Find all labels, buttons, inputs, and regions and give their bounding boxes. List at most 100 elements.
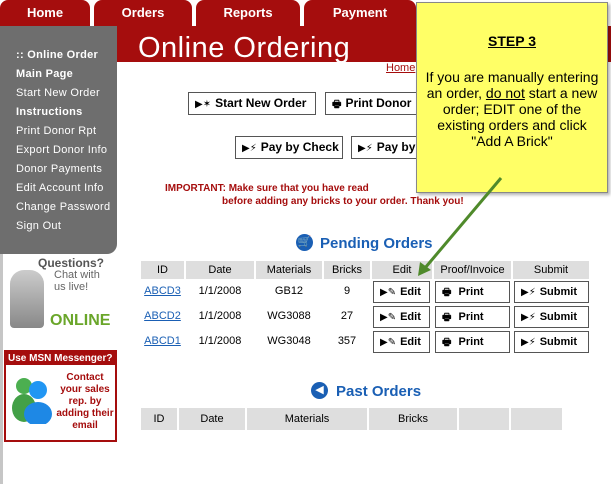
submit-arrow-icon: ▶⚡ — [521, 287, 536, 298]
table-row-date: 1/1/2008 — [198, 285, 242, 297]
table-row-id[interactable]: ABCD3 — [141, 279, 184, 304]
tab-reports[interactable]: Reports — [196, 0, 300, 26]
table-row-date: 1/1/2008 — [198, 310, 242, 322]
table-row-id[interactable]: ABCD1 — [141, 329, 184, 354]
chat-question-text: Questions? — [38, 256, 105, 270]
sidebar-item-main-page[interactable]: Main Page — [0, 65, 117, 84]
edit-label: Edit — [400, 336, 421, 348]
table-row-materials: WG3048 — [267, 335, 311, 347]
print-label: Print — [458, 311, 484, 323]
callout-body: If you are manually entering an order, d… — [417, 69, 607, 149]
cart-icon: 🛒 — [296, 234, 313, 251]
arrow-card-icon: ▶⚡ — [358, 143, 373, 154]
chat-line-2: us live! — [54, 281, 89, 293]
print-button[interactable]: 🖶 Print — [435, 306, 510, 328]
order-id-link[interactable]: ABCD3 — [144, 285, 181, 297]
table-row-bricks: 27 — [340, 310, 354, 322]
print-button[interactable]: 🖶 Print — [435, 281, 510, 303]
msn-buddies-icon — [12, 378, 52, 424]
pending-orders-heading: Pending Orders — [320, 235, 433, 252]
chat-line-1: Chat with — [54, 269, 100, 281]
edit-button[interactable]: ▶✎ Edit — [373, 331, 430, 353]
callout-title: STEP 3 — [488, 33, 536, 49]
order-id-link[interactable]: ABCD1 — [144, 335, 181, 347]
col-header-id: ID — [141, 261, 184, 279]
live-chat-ad[interactable]: Questions? Chat with us live! ONLINE — [4, 256, 114, 336]
pay-by-check-button[interactable]: ▶⚡ Pay by Check — [235, 136, 343, 159]
back-arrow-icon: ◀ — [311, 382, 328, 399]
sidebar-item-change-password[interactable]: Change Password — [0, 198, 117, 217]
printer-icon: 🖶 — [442, 337, 452, 348]
edit-label: Edit — [400, 311, 421, 323]
col-header-bricks: Bricks — [369, 408, 457, 430]
print-label: Print — [458, 336, 484, 348]
edit-label: Edit — [400, 286, 421, 298]
pencil-icon: ▶✎ — [380, 312, 397, 323]
col-header-materials: Materials — [256, 261, 322, 279]
sidebar-item-online-order[interactable]: :: Online Order — [0, 46, 117, 65]
past-orders-heading: Past Orders — [336, 383, 422, 400]
support-agent-image — [10, 270, 44, 328]
sidebar-item-edit-account-info[interactable]: Edit Account Info — [0, 179, 117, 198]
sidebar-item-start-new-order[interactable]: Start New Order — [0, 84, 117, 103]
print-label: Print — [458, 286, 484, 298]
sidebar-item-donor-payments[interactable]: Donor Payments — [0, 160, 117, 179]
notice-line-2: before adding any bricks to your order. … — [222, 196, 464, 207]
msn-heading: Use MSN Messenger? — [6, 352, 115, 365]
table-row-bricks: 357 — [337, 335, 357, 347]
tab-orders[interactable]: Orders — [94, 0, 192, 26]
pencil-icon: ▶✎ — [380, 287, 397, 298]
printer-icon: 🖶 — [332, 99, 342, 110]
printer-icon: 🖶 — [442, 312, 452, 323]
page-title: Online Ordering — [138, 32, 351, 64]
sidebar-item-sign-out[interactable]: Sign Out — [0, 217, 117, 236]
tab-home[interactable]: Home — [0, 0, 90, 26]
table-row-bricks: 9 — [343, 285, 351, 297]
print-donor-button[interactable]: 🖶 Print Donor — [325, 92, 417, 115]
start-new-order-label: Start New Order — [215, 96, 307, 110]
col-header-id: ID — [141, 408, 177, 430]
submit-button[interactable]: ▶⚡ Submit — [514, 331, 589, 353]
arrow-star-icon: ▶✶ — [195, 99, 212, 110]
sidebar-item-print-donor-rpt[interactable]: Print Donor Rpt — [0, 122, 117, 141]
submit-arrow-icon: ▶⚡ — [521, 337, 536, 348]
print-button[interactable]: 🖶 Print — [435, 331, 510, 353]
table-row-date: 1/1/2008 — [198, 335, 242, 347]
breadcrumb-home-link[interactable]: Home — [386, 62, 415, 74]
print-donor-label: Print Donor — [345, 96, 412, 110]
pay-by-check-label: Pay by Check — [260, 140, 339, 154]
col-header-materials: Materials — [247, 408, 367, 430]
col-header-date: Date — [179, 408, 245, 430]
table-row-materials: WG3088 — [267, 310, 311, 322]
msn-body-text: Contact your sales rep. by adding their … — [56, 372, 114, 431]
tab-payment[interactable]: Payment — [304, 0, 416, 26]
order-id-link[interactable]: ABCD2 — [144, 310, 181, 322]
submit-arrow-icon: ▶⚡ — [521, 312, 536, 323]
col-header-proof-invoice: Proof/Invoice — [434, 261, 511, 279]
col-header-spacer — [511, 408, 562, 430]
start-new-order-button[interactable]: ▶✶ Start New Order — [188, 92, 316, 115]
col-header-date: Date — [186, 261, 254, 279]
edit-button[interactable]: ▶✎ Edit — [373, 306, 430, 328]
left-divider — [0, 254, 3, 484]
printer-icon: 🖶 — [442, 287, 452, 298]
chat-online-status: ONLINE — [50, 312, 111, 329]
sidebar-item-export-donor-info[interactable]: Export Donor Info — [0, 141, 117, 160]
submit-button[interactable]: ▶⚡ Submit — [514, 281, 589, 303]
submit-label: Submit — [539, 311, 577, 323]
submit-label: Submit — [539, 286, 577, 298]
edit-button[interactable]: ▶✎ Edit — [373, 281, 430, 303]
pay-by-card-button[interactable]: ▶⚡ Pay by — [351, 136, 417, 159]
chat-subtext: Chat with us live! — [54, 269, 100, 293]
pay-by-label: Pay by — [376, 140, 416, 154]
table-row-materials: GB12 — [274, 285, 304, 297]
submit-button[interactable]: ▶⚡ Submit — [514, 306, 589, 328]
msn-messenger-ad[interactable]: Use MSN Messenger? Contact your sales re… — [4, 350, 117, 442]
col-header-spacer — [459, 408, 509, 430]
submit-label: Submit — [539, 336, 577, 348]
col-header-edit: Edit — [372, 261, 432, 279]
arrow-check-icon: ▶⚡ — [242, 143, 257, 154]
sidebar-item-instructions[interactable]: Instructions — [0, 103, 117, 122]
table-row-id[interactable]: ABCD2 — [141, 304, 184, 329]
col-header-bricks: Bricks — [324, 261, 370, 279]
